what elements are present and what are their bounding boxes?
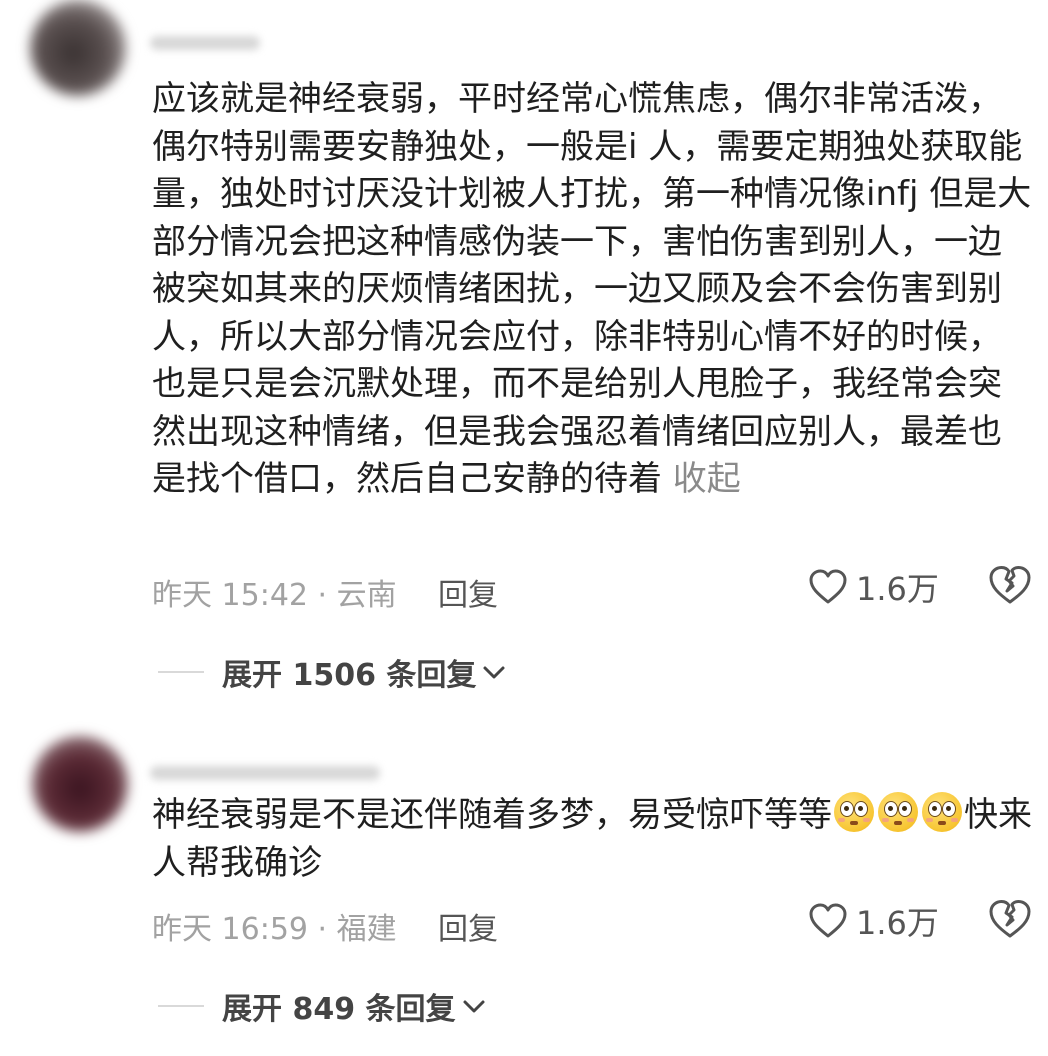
flushed-face-emoji xyxy=(834,792,874,832)
divider-line xyxy=(158,671,204,673)
like-button[interactable]: 1.6万 xyxy=(808,562,939,612)
comment-text: 应该就是神经衰弱，平时经常心慌焦虑，偶尔非常活泼，偶尔特别需要安静独处，一般是i… xyxy=(152,76,1032,504)
comment-body: 神经衰弱是不是还伴随着多梦，易受惊吓等等 xyxy=(152,795,832,835)
comment-body: 应该就是神经衰弱，平时经常心慌焦虑，偶尔非常活泼，偶尔特别需要安静独处，一般是i… xyxy=(152,79,1032,499)
expand-replies[interactable]: 展开 849 条回复 xyxy=(158,981,758,1031)
like-count: 1.6万 xyxy=(856,904,939,942)
heart-outline-icon xyxy=(809,903,847,938)
broken-heart-icon xyxy=(989,566,1031,604)
flushed-face-emoji xyxy=(878,792,918,832)
flushed-face-emoji xyxy=(922,792,962,832)
username-blurred[interactable] xyxy=(150,36,260,50)
comment-text: 神经衰弱是不是还伴随着多梦，易受惊吓等等 快来人帮我确诊 xyxy=(152,792,1032,887)
avatar[interactable] xyxy=(32,736,128,832)
dislike-button[interactable] xyxy=(988,564,1032,610)
avatar[interactable] xyxy=(30,0,126,96)
heart-outline-icon xyxy=(809,569,847,604)
like-count: 1.6万 xyxy=(856,570,939,608)
like-button[interactable]: 1.6万 xyxy=(808,896,939,946)
chevron-down-icon xyxy=(483,666,505,679)
chevron-down-icon xyxy=(463,1000,485,1013)
reply-button[interactable]: 回复 xyxy=(438,904,498,948)
collapse-link[interactable]: 收起 xyxy=(662,459,741,499)
expand-replies[interactable]: 展开 1506 条回复 xyxy=(158,647,758,697)
time-location: 昨天 15:42 · 云南 xyxy=(152,578,397,613)
comment-meta: 昨天 16:59 · 福建 回复 1.6万 xyxy=(152,896,1032,948)
expand-replies-label: 展开 849 条回复 xyxy=(222,992,456,1027)
broken-heart-icon xyxy=(989,900,1031,938)
time-location: 昨天 16:59 · 福建 xyxy=(152,912,397,947)
username-blurred[interactable] xyxy=(150,766,380,780)
reply-button[interactable]: 回复 xyxy=(438,570,498,614)
comment-meta: 昨天 15:42 · 云南 回复 1.6万 xyxy=(152,562,1032,614)
divider-line xyxy=(158,1005,204,1007)
expand-replies-label: 展开 1506 条回复 xyxy=(222,658,477,693)
dislike-button[interactable] xyxy=(988,898,1032,944)
